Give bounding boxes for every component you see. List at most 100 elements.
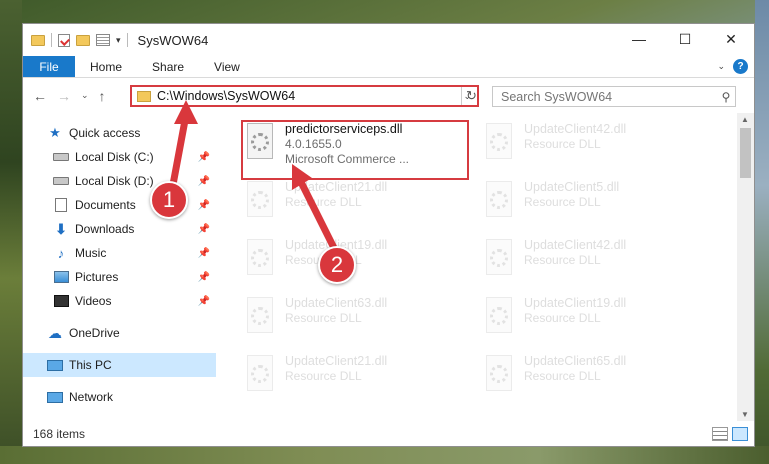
pin-icon[interactable]: 📌 (198, 296, 210, 307)
pin-icon[interactable]: 📌 (198, 176, 210, 187)
network-icon (47, 390, 63, 404)
pin-icon[interactable]: 📌 (198, 200, 210, 211)
address-path[interactable]: C:\Windows\SysWOW64 (157, 89, 463, 103)
sidebar-item-music[interactable]: ♪ Music 📌 (23, 241, 216, 265)
window-controls: — ☐ ✕ (616, 24, 754, 54)
toolbar-divider (126, 33, 128, 47)
file-item[interactable]: UpdateClient5.dll Resource DLL (482, 179, 619, 231)
title-bar: ▾ SysWOW64 — ☐ ✕ (23, 24, 754, 56)
customize-toolbar-chevron-icon[interactable]: ▾ (116, 35, 121, 46)
search-icon[interactable]: ⚲ (717, 90, 735, 104)
sidebar-item-label: Downloads (75, 222, 135, 236)
maximize-button[interactable]: ☐ (662, 24, 708, 54)
minimize-button[interactable]: — (616, 24, 662, 54)
desktop-wallpaper-right (755, 0, 769, 464)
sidebar-item-label: Documents (75, 198, 136, 212)
back-arrow-icon[interactable]: ← (33, 88, 47, 104)
status-bar: 168 items (23, 422, 756, 446)
desktop-wallpaper-bottom (0, 446, 769, 464)
file-name: UpdateClient21.dll (285, 354, 388, 368)
view-buttons (712, 427, 748, 441)
file-item[interactable]: UpdateClient19.dll Resource DLL (243, 237, 387, 289)
dll-file-icon (243, 295, 277, 337)
desktop-wallpaper-left (0, 0, 22, 464)
dll-file-icon (243, 179, 277, 221)
ribbon-right-controls: ⌄ ? (717, 59, 748, 74)
sidebar-item-videos[interactable]: Videos 📌 (23, 289, 216, 313)
file-type: Resource DLL (524, 369, 601, 383)
sidebar-item-this-pc[interactable]: This PC (23, 353, 216, 377)
sidebar-item-label: Music (75, 246, 107, 260)
pin-icon[interactable]: 📌 (198, 152, 210, 163)
scroll-thumb[interactable] (740, 128, 751, 178)
sidebar-item-label: Quick access (69, 126, 141, 140)
disk-icon (53, 174, 69, 188)
sidebar-item-pictures[interactable]: Pictures 📌 (23, 265, 216, 289)
file-name: UpdateClient63.dll (285, 296, 388, 310)
forward-arrow-icon[interactable]: → (57, 88, 71, 104)
sidebar-item-downloads[interactable]: ⬇ Downloads 📌 (23, 217, 216, 241)
pin-icon[interactable]: 📌 (198, 248, 210, 259)
navigation-pane: ★ Quick access Local Disk (C:) 📌 Local D… (23, 113, 216, 421)
close-button[interactable]: ✕ (708, 24, 754, 54)
expand-ribbon-chevron-icon[interactable]: ⌄ (717, 61, 725, 72)
dll-file-icon (482, 353, 516, 395)
file-type: Resource DLL (524, 195, 601, 209)
tab-view[interactable]: View (199, 56, 255, 77)
dll-file-icon (243, 237, 277, 279)
new-folder-icon[interactable] (76, 34, 90, 46)
file-item[interactable]: UpdateClient65.dll Resource DLL (482, 353, 626, 405)
up-arrow-icon[interactable]: ↑ (99, 88, 106, 104)
sidebar-item-local-disk-c[interactable]: Local Disk (C:) 📌 (23, 145, 216, 169)
dll-file-icon (482, 179, 516, 221)
star-icon: ★ (49, 125, 61, 140)
pin-icon[interactable]: 📌 (198, 224, 210, 235)
properties-icon[interactable] (96, 34, 110, 46)
file-name: UpdateClient65.dll (524, 354, 627, 368)
file-name: UpdateClient21.dll (285, 180, 388, 194)
tab-share[interactable]: Share (137, 56, 199, 77)
file-item[interactable]: UpdateClient21.dll Resource DLL (243, 353, 387, 405)
sidebar-item-network[interactable]: Network (23, 385, 216, 409)
tab-file[interactable]: File (23, 56, 75, 77)
sidebar-item-quick-access[interactable]: ★ Quick access (23, 121, 216, 145)
pin-icon[interactable]: 📌 (198, 272, 210, 283)
sidebar-item-label: Network (69, 390, 114, 404)
sidebar-item-local-disk-d[interactable]: Local Disk (D:) 📌 (23, 169, 216, 193)
properties-check-icon[interactable] (58, 33, 70, 47)
details-view-icon[interactable] (712, 427, 728, 441)
search-box[interactable]: ⚲ (492, 86, 736, 107)
navigation-buttons: ← → ⌄ ↑ (23, 88, 106, 104)
download-icon: ⬇ (55, 220, 67, 237)
recent-locations-chevron-icon[interactable]: ⌄ (81, 90, 89, 101)
pictures-icon (53, 270, 69, 284)
scroll-down-arrow-icon[interactable]: ▼ (741, 410, 749, 419)
search-input[interactable] (493, 89, 717, 104)
file-item[interactable]: UpdateClient42.dll Resource DLL (482, 121, 626, 173)
refresh-icon[interactable]: ↻ (461, 87, 481, 105)
file-item[interactable]: UpdateClient42.dll Resource DLL (482, 237, 626, 289)
dll-file-icon (482, 295, 516, 337)
sidebar-item-onedrive[interactable]: ☁ OneDrive (23, 321, 216, 345)
dll-file-icon (482, 237, 516, 279)
vertical-scrollbar[interactable]: ▲ ▼ (737, 113, 754, 421)
quick-access-toolbar: ▾ (23, 33, 128, 47)
videos-icon (53, 294, 69, 308)
file-highlight-box (241, 120, 469, 180)
file-item[interactable]: UpdateClient63.dll Resource DLL (243, 295, 387, 347)
address-bar[interactable]: C:\Windows\SysWOW64 ⌄ (130, 85, 479, 107)
file-item[interactable]: UpdateClient21.dll Resource DLL (243, 179, 387, 231)
callout-step-2: 2 (318, 246, 356, 284)
file-type: Resource DLL (285, 195, 362, 209)
folder-icon (31, 34, 45, 46)
file-type: Resource DLL (524, 253, 601, 267)
large-icons-view-icon[interactable] (732, 427, 748, 441)
help-icon[interactable]: ? (733, 59, 748, 74)
sidebar-item-label: Videos (75, 294, 112, 308)
sidebar-item-label: Pictures (75, 270, 119, 284)
toolbar-divider (51, 33, 52, 47)
file-item[interactable]: UpdateClient19.dll Resource DLL (482, 295, 626, 347)
tab-home[interactable]: Home (75, 56, 137, 77)
scroll-up-arrow-icon[interactable]: ▲ (741, 115, 749, 124)
dll-file-icon (482, 121, 516, 163)
